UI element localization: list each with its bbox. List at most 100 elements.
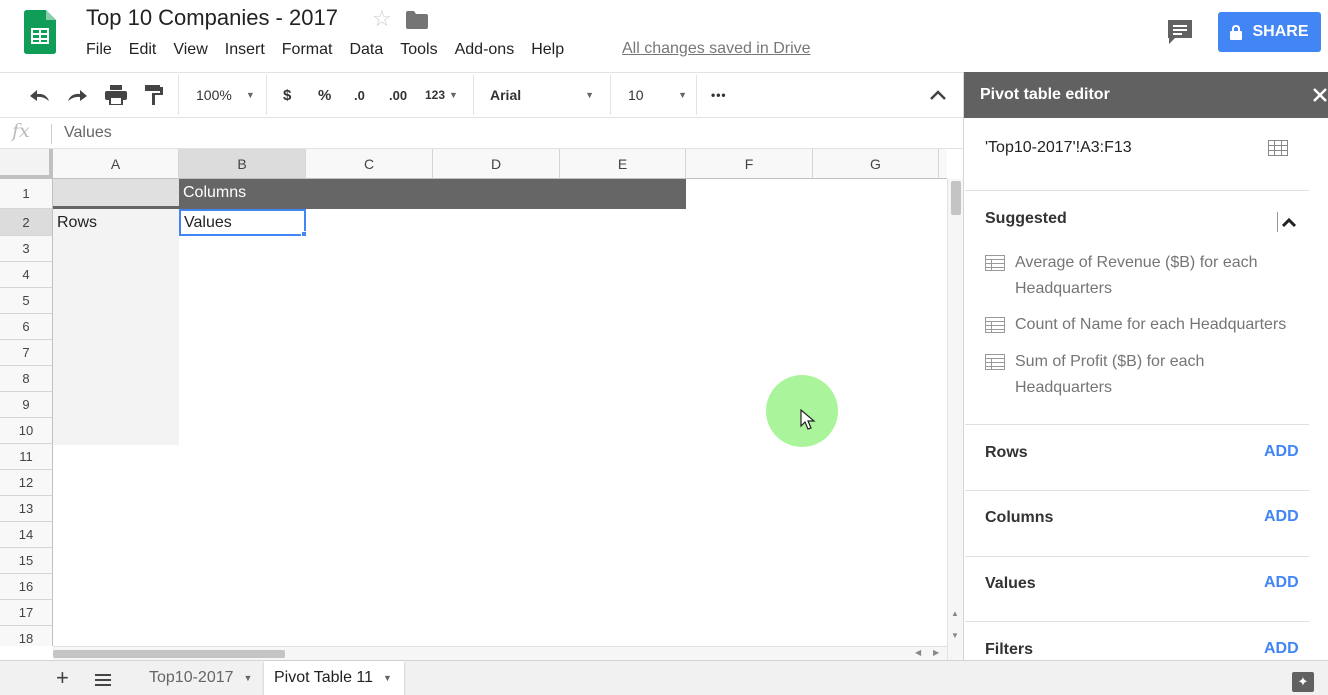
row-header-1[interactable]: 1 [0,179,53,209]
pivot-columns-header[interactable]: Columns [179,179,686,209]
all-sheets-icon[interactable] [95,674,111,686]
decrease-decimal-button[interactable]: .0 [354,73,365,117]
suggestion-item[interactable]: Average of Revenue ($B) for each Headqua… [985,250,1285,302]
comments-icon[interactable] [1165,17,1195,47]
row-header-6[interactable]: 6 [0,314,53,340]
toolbar-separator [473,75,474,115]
row-header-18[interactable]: 18 [0,626,53,646]
increase-decimal-button[interactable]: .00 [389,73,407,117]
font-size-select[interactable]: 10 ▼ [628,73,687,117]
add-columns-button[interactable]: ADD [1264,508,1299,526]
menu-format[interactable]: Format [282,41,333,59]
column-header-c[interactable]: C [306,149,433,179]
row-header-15[interactable]: 15 [0,548,53,574]
star-icon[interactable]: ☆ [372,6,392,32]
fill-handle[interactable] [301,231,307,237]
font-select[interactable]: Arial ▼ [490,73,594,117]
more-formats-select[interactable]: 123 ▼ [425,73,458,117]
close-icon[interactable] [1311,86,1328,104]
column-header-e[interactable]: E [560,149,686,179]
sheets-window: Top 10 Companies - 2017 ☆ File Edit View… [0,0,1328,695]
menu-tools[interactable]: Tools [400,41,437,59]
row-header-3[interactable]: 3 [0,236,53,262]
chevron-up-icon[interactable] [1281,217,1297,228]
add-values-button[interactable]: ADD [1264,574,1299,592]
suggestion-item[interactable]: Sum of Profit ($B) for each Headquarters [985,349,1245,401]
row-header-8[interactable]: 8 [0,366,53,392]
cell-a2[interactable]: Rows [53,210,179,236]
save-status-link[interactable]: All changes saved in Drive [622,40,811,58]
panel-scrollbar[interactable] [1309,118,1328,660]
explore-icon[interactable]: ✦ [1292,672,1314,692]
select-all-corner[interactable] [0,149,53,179]
paint-format-icon[interactable] [145,73,163,117]
row-header-7[interactable]: 7 [0,340,53,366]
toolbar-separator [610,75,611,115]
menu-file[interactable]: File [86,41,112,59]
column-header-f[interactable]: F [686,149,813,179]
column-header-d[interactable]: D [433,149,560,179]
suggestion-item[interactable]: Count of Name for each Headquarters [985,312,1305,338]
formula-input[interactable]: Values [64,124,112,142]
chevron-down-icon[interactable]: ▼ [383,673,392,683]
horizontal-scroll-thumb[interactable] [53,650,285,658]
chevron-down-icon[interactable]: ▼ [244,673,253,683]
more-options-button[interactable]: ••• [711,73,727,117]
row-header-9[interactable]: 9 [0,392,53,418]
redo-icon[interactable] [66,73,88,117]
column-header-g[interactable]: G [813,149,939,179]
add-rows-button[interactable]: ADD [1264,443,1299,461]
sheet-tab-label: Top10-2017 [149,669,234,686]
currency-format-button[interactable]: $ [283,73,291,117]
grid-select-icon[interactable] [1268,140,1288,156]
scroll-right-icon[interactable]: ▶ [933,648,939,657]
row-header-14[interactable]: 14 [0,522,53,548]
horizontal-scrollbar[interactable]: ◀ ▶ [53,646,947,660]
lock-icon [1230,24,1243,40]
row-header-17[interactable]: 17 [0,600,53,626]
section-divider [965,556,1310,557]
row-header-12[interactable]: 12 [0,470,53,496]
filters-section-title: Filters [985,641,1034,658]
row-header-13[interactable]: 13 [0,496,53,522]
menu-addons[interactable]: Add-ons [455,41,515,59]
column-header-b[interactable]: B [179,149,306,179]
percent-format-button[interactable]: % [318,73,331,117]
toolbar-separator [696,75,697,115]
pivot-rows-area [53,209,179,445]
menu-data[interactable]: Data [349,41,383,59]
row-header-11[interactable]: 11 [0,444,53,470]
folder-icon[interactable] [406,11,428,29]
vertical-scroll-thumb[interactable] [951,181,961,215]
sheet-tab-pivot-table-11[interactable]: Pivot Table 11 ▼ [264,661,404,695]
row-header-16[interactable]: 16 [0,574,53,600]
zoom-select[interactable]: 100% ▼ [196,73,255,117]
scroll-left-icon[interactable]: ◀ [915,648,921,657]
row-header-2[interactable]: 2 [0,209,53,236]
undo-icon[interactable] [29,73,51,117]
menu-bar: File Edit View Insert Format Data Tools … [86,41,581,59]
menu-view[interactable]: View [173,41,207,59]
data-range-input[interactable]: 'Top10-2017'!A3:F13 [985,139,1132,157]
sheets-logo-icon[interactable] [24,10,56,54]
collapse-toolbar-icon[interactable] [930,73,946,117]
share-button[interactable]: SHARE [1218,12,1321,52]
print-icon[interactable] [105,73,127,117]
row-header-5[interactable]: 5 [0,288,53,314]
column-header-a[interactable]: A [53,149,179,179]
pivot-corner-cell[interactable] [53,179,179,206]
row-header-10[interactable]: 10 [0,418,53,444]
row-header-4[interactable]: 4 [0,262,53,288]
add-sheet-icon[interactable]: + [56,667,69,689]
font-value: Arial [490,87,522,103]
menu-help[interactable]: Help [531,41,564,59]
add-filters-button[interactable]: ADD [1264,640,1299,658]
vertical-scrollbar[interactable]: ▲ ▼ [947,179,963,660]
document-title[interactable]: Top 10 Companies - 2017 [86,5,338,31]
scroll-up-icon[interactable]: ▲ [951,609,959,618]
sheet-tab-top10-2017[interactable]: Top10-2017 ▼ [139,661,263,695]
scroll-down-icon[interactable]: ▼ [951,631,959,640]
menu-insert[interactable]: Insert [225,41,265,59]
cell-b2-selected[interactable]: Values [179,209,306,236]
menu-edit[interactable]: Edit [129,41,157,59]
